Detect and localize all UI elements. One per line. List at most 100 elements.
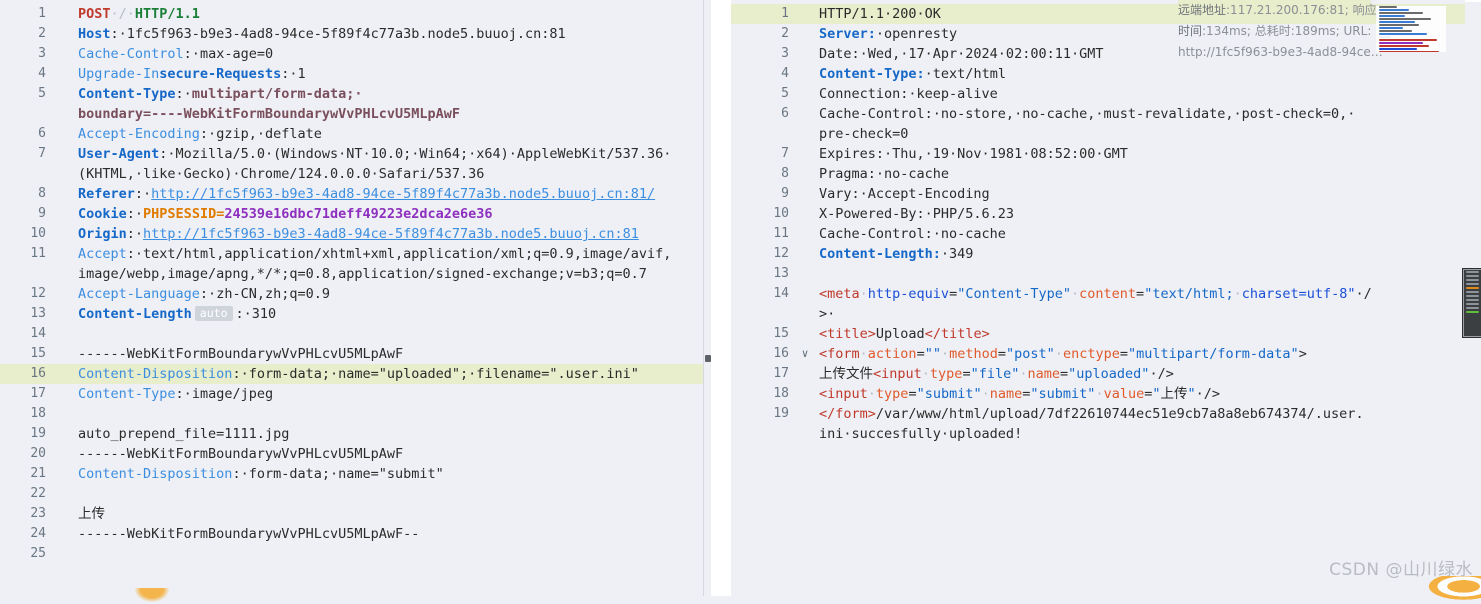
overview-row: [1466, 295, 1479, 297]
code-token: Mozilla/5.0·(Windows·NT·10.0;·Win64;·x64…: [175, 146, 672, 162]
code-line[interactable]: (KHTML,·like·Gecko)·Chrome/124.0.0.0·Saf…: [0, 164, 703, 184]
response-minimap-thumbnail[interactable]: [1376, 6, 1446, 52]
code-token: Accept-Encoding: [78, 126, 200, 142]
code-line[interactable]: ini·succesfully·uploaded!: [731, 424, 1465, 444]
code-line[interactable]: >·: [731, 304, 1465, 324]
code-token: :·: [183, 46, 200, 62]
code-token: Content-Length: [78, 306, 192, 322]
auto-length-badge[interactable]: auto: [194, 306, 233, 321]
code-line[interactable]: 14 <meta·http-equiv="Content-Type"·conten…: [731, 284, 1465, 304]
request-code-area[interactable]: 1 POST·/·HTTP/1.1 2 Host:·1fc5f963-b9e3-4ad…: [0, 0, 703, 564]
code-line[interactable]: 12 Accept-Language:·zh-CN,zh;q=0.9: [0, 284, 703, 304]
code-token: :·: [126, 246, 144, 262]
code-token: ": [1187, 386, 1196, 402]
code-token: Accept-Language: [78, 286, 200, 302]
decorative-corner-graphic: [1423, 576, 1481, 602]
code-token: :·: [110, 26, 127, 42]
code-line[interactable]: 11 Cache-Control:·no-cache: [731, 224, 1465, 244]
code-line-text: X-Powered-By:·PHP/5.6.23: [811, 204, 1465, 224]
code-line[interactable]: 7 Expires:·Thu,·19·Nov·1981·08:52:00·GMT: [731, 144, 1465, 164]
code-line-text: Content-Disposition:·form-data;·name="su…: [68, 464, 703, 484]
code-token: (KHTML,·like·Gecko)·Chrome/124.0.0.0·Saf…: [78, 166, 485, 182]
code-line-text: Pragma:·no-cache: [811, 164, 1465, 184]
code-line[interactable]: 5 Content-Type:·multipart/form-data;·: [0, 84, 703, 104]
line-number: 16: [773, 346, 789, 361]
code-line[interactable]: 2 Host:·1fc5f963-b9e3-4ad8-94ce-5f89f4c77…: [0, 24, 703, 44]
code-line[interactable]: 11 Accept:·text/html,application/xhtml+xm…: [0, 244, 703, 264]
response-pane[interactable]: 1 HTTP/1.1·200·OK 2 Server:·openresty 3 Date:…: [731, 0, 1465, 596]
code-line[interactable]: 15 ------WebKitFormBoundarywVvPHLcvU5MLpA…: [0, 344, 703, 364]
code-line-text: ------WebKitFormBoundarywVvPHLcvU5MLpAwF: [68, 344, 703, 364]
code-token: Origin: [78, 226, 127, 242]
code-line[interactable]: 8 Referer:·http://1fc5f963-b9e3-4ad8-94ce…: [0, 184, 703, 204]
overview-row-warning: [1466, 287, 1479, 289]
code-line[interactable]: 9 Vary:·Accept-Encoding: [731, 184, 1465, 204]
line-number: 3: [781, 46, 789, 61]
code-line[interactable]: 1 POST·/·HTTP/1.1: [0, 4, 703, 24]
code-line[interactable]: 6 Cache-Control:·no-store,·no-cache,·must…: [731, 104, 1465, 124]
code-line-text: Content-Disposition:·form-data;·name="up…: [68, 364, 703, 384]
code-token: :·: [159, 146, 176, 162]
code-token: :·: [175, 86, 192, 102]
request-pane[interactable]: 1 POST·/·HTTP/1.1 2 Host:·1fc5f963-b9e3-4ad…: [0, 0, 703, 596]
line-number: 24: [30, 526, 46, 541]
code-token: 上传文件: [819, 366, 873, 382]
code-token: :·: [235, 306, 252, 322]
code-token: =: [1119, 346, 1128, 362]
code-line[interactable]: image/webp,image/apng,*/*;q=0.8,applicat…: [0, 264, 703, 284]
code-line[interactable]: 25: [0, 544, 703, 564]
code-line[interactable]: 18 <input·type="submit"·name="submit"·val…: [731, 384, 1465, 404]
code-line[interactable]: 21 Content-Disposition:·form-data;·name="…: [0, 464, 703, 484]
code-line[interactable]: 24 ------WebKitFormBoundarywVvPHLcvU5MLpA…: [0, 524, 703, 544]
code-line[interactable]: 15 <title>Upload</title>: [731, 324, 1465, 344]
code-line[interactable]: 3 Cache-Control:·max-age=0: [0, 44, 703, 64]
code-line[interactable]: 19 auto_prepend_file=1111.jpg: [0, 424, 703, 444]
code-line[interactable]: 6 Accept-Encoding:·gzip,·deflate: [0, 124, 703, 144]
code-line-text: [68, 324, 703, 344]
code-line[interactable]: 14: [0, 324, 703, 344]
code-token: Pragma:·no-cache: [819, 166, 950, 182]
document-overview-widget[interactable]: [1462, 268, 1481, 338]
code-line[interactable]: boundary=----WebKitFormBoundarywVvPHLcvU…: [0, 104, 703, 124]
code-line[interactable]: 9 Cookie:·PHPSESSID=24539e16dbc71deff4922…: [0, 204, 703, 224]
code-token: charset=utf-8": [1241, 286, 1356, 302]
code-line[interactable]: 16 Content-Disposition:·form-data;·name="…: [0, 364, 703, 384]
code-line[interactable]: 23 上传: [0, 504, 703, 524]
code-line[interactable]: 10 X-Powered-By:·PHP/5.6.23: [731, 204, 1465, 224]
code-token: Date:·Wed,·17·Apr·2024·02:00:11·GMT: [819, 46, 1104, 62]
overview-row: [1466, 303, 1479, 305]
code-line[interactable]: 13 Content-Length auto:·310: [0, 304, 703, 324]
code-line[interactable]: 4 Upgrade-Insecure-Requests:·1: [0, 64, 703, 84]
code-line[interactable]: 20 ------WebKitFormBoundarywVvPHLcvU5MLpA…: [0, 444, 703, 464]
code-token: ·/>: [1195, 386, 1221, 402]
code-line[interactable]: 16 ∨ <form·action=""·method="post"·enctype…: [731, 344, 1465, 364]
code-line[interactable]: 19 </form>/var/www/html/upload/7df2261074…: [731, 404, 1465, 424]
code-token: :·: [232, 466, 249, 482]
code-token: value: [1103, 386, 1145, 402]
code-line[interactable]: 7 User-Agent:·Mozilla/5.0·(Windows·NT·10.…: [0, 144, 703, 164]
code-line[interactable]: pre-check=0: [731, 124, 1465, 144]
code-line[interactable]: 22: [0, 484, 703, 504]
code-line-text: [68, 544, 703, 564]
code-line[interactable]: 18: [0, 404, 703, 424]
code-line[interactable]: 10 Origin:·http://1fc5f963-b9e3-4ad8-94ce…: [0, 224, 703, 244]
code-line[interactable]: 13: [731, 264, 1465, 284]
code-token: boundary=----WebKitFormBoundarywVvPHLcvU…: [78, 106, 461, 122]
pane-divider[interactable]: [711, 0, 731, 596]
code-token: =: [997, 346, 1007, 362]
code-token: type: [929, 366, 963, 382]
code-line[interactable]: 5 Connection:·keep-alive: [731, 84, 1465, 104]
fold-toggle-icon[interactable]: ∨: [799, 344, 811, 364]
line-number: 1: [38, 6, 46, 21]
code-token: ·/·: [110, 6, 135, 22]
code-line[interactable]: 8 Pragma:·no-cache: [731, 164, 1465, 184]
code-token: Referer: [78, 186, 135, 202]
code-token: Cache-Control:·no-cache: [819, 226, 1006, 242]
code-token: <meta: [819, 286, 860, 302]
code-line[interactable]: 17 上传文件<input·type="file"·name="uploaded"…: [731, 364, 1465, 384]
code-line-text: auto_prepend_file=1111.jpg: [68, 424, 703, 444]
code-line[interactable]: 12 Content-Length:·349: [731, 244, 1465, 264]
code-line[interactable]: 17 Content-Type:·image/jpeg: [0, 384, 703, 404]
code-line-text: ------WebKitFormBoundarywVvPHLcvU5MLpAwF…: [68, 524, 703, 544]
code-line-text: Origin:·http://1fc5f963-b9e3-4ad8-94ce-5…: [68, 224, 703, 244]
